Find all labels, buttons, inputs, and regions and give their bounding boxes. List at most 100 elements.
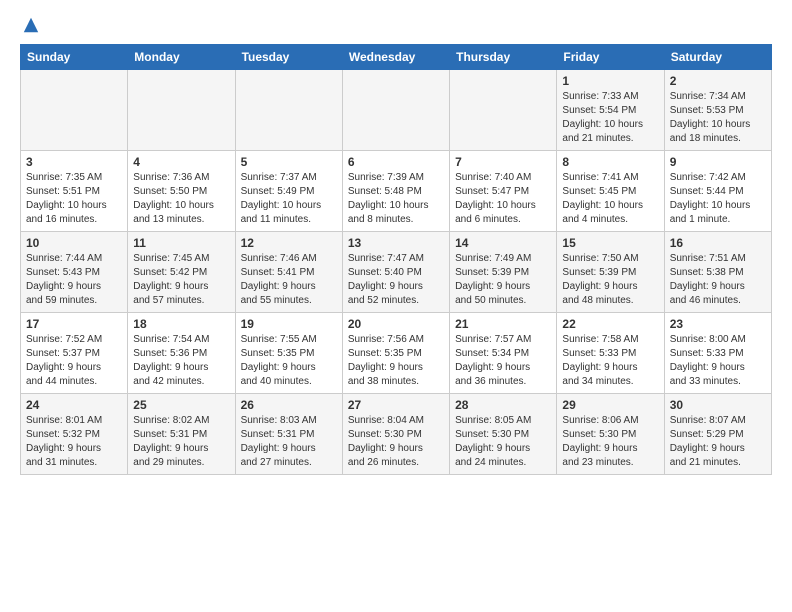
weekday-header: Friday: [557, 45, 664, 70]
calendar-week-row: 24 Sunrise: 8:01 AM Sunset: 5:32 PM Dayli…: [21, 394, 772, 475]
day-info: Sunrise: 7:57 AM Sunset: 5:34 PM Dayligh…: [455, 333, 551, 389]
page: SundayMondayTuesdayWednesdayThursdayFrid…: [0, 0, 792, 491]
calendar-cell: 6 Sunrise: 7:39 AM Sunset: 5:48 PM Daylig…: [342, 151, 449, 232]
day-info: Sunrise: 7:44 AM Sunset: 5:43 PM Dayligh…: [26, 252, 122, 308]
calendar-cell: 17 Sunrise: 7:52 AM Sunset: 5:37 PM Dayli…: [21, 313, 128, 394]
calendar-cell: 14 Sunrise: 7:49 AM Sunset: 5:39 PM Dayli…: [450, 232, 557, 313]
day-info: Sunrise: 8:01 AM Sunset: 5:32 PM Dayligh…: [26, 414, 122, 470]
day-number: 7: [455, 155, 551, 169]
day-info: Sunrise: 7:45 AM Sunset: 5:42 PM Dayligh…: [133, 252, 229, 308]
day-info: Sunrise: 7:49 AM Sunset: 5:39 PM Dayligh…: [455, 252, 551, 308]
calendar-cell: [235, 70, 342, 151]
calendar-cell: 26Sunrise: 8:03 AM Sunset: 5:31 PM Dayli…: [235, 394, 342, 475]
calendar-cell: 20 Sunrise: 7:56 AM Sunset: 5:35 PM Dayli…: [342, 313, 449, 394]
day-info: Sunrise: 8:00 AM Sunset: 5:33 PM Dayligh…: [670, 333, 766, 389]
calendar-table: SundayMondayTuesdayWednesdayThursdayFrid…: [20, 44, 772, 475]
day-number: 9: [670, 155, 766, 169]
day-info: Sunrise: 7:37 AM Sunset: 5:49 PM Dayligh…: [241, 171, 337, 227]
day-info: Sunrise: 7:55 AM Sunset: 5:35 PM Dayligh…: [241, 333, 337, 389]
day-info: Sunrise: 8:02 AM Sunset: 5:31 PM Dayligh…: [133, 414, 229, 470]
calendar-cell: 24 Sunrise: 8:01 AM Sunset: 5:32 PM Dayli…: [21, 394, 128, 475]
day-info: Sunrise: 8:06 AM Sunset: 5:30 PM Dayligh…: [562, 414, 658, 470]
logo-text: [20, 16, 40, 34]
day-number: 11: [133, 236, 229, 250]
calendar-cell: 2 Sunrise: 7:34 AM Sunset: 5:53 PM Daylig…: [664, 70, 771, 151]
day-info: Sunrise: 7:56 AM Sunset: 5:35 PM Dayligh…: [348, 333, 444, 389]
day-number: 29: [562, 398, 658, 412]
day-info: Sunrise: 7:52 AM Sunset: 5:37 PM Dayligh…: [26, 333, 122, 389]
day-number: 25: [133, 398, 229, 412]
calendar-cell: 7 Sunrise: 7:40 AM Sunset: 5:47 PM Daylig…: [450, 151, 557, 232]
day-number: 19: [241, 317, 337, 331]
day-number: 10: [26, 236, 122, 250]
day-number: 17: [26, 317, 122, 331]
day-number: 15: [562, 236, 658, 250]
calendar-cell: 4 Sunrise: 7:36 AM Sunset: 5:50 PM Daylig…: [128, 151, 235, 232]
calendar-cell: 8 Sunrise: 7:41 AM Sunset: 5:45 PM Daylig…: [557, 151, 664, 232]
weekday-header: Wednesday: [342, 45, 449, 70]
day-info: Sunrise: 7:35 AM Sunset: 5:51 PM Dayligh…: [26, 171, 122, 227]
day-number: 8: [562, 155, 658, 169]
day-info: Sunrise: 7:34 AM Sunset: 5:53 PM Dayligh…: [670, 90, 766, 146]
calendar-cell: 16 Sunrise: 7:51 AM Sunset: 5:38 PM Dayli…: [664, 232, 771, 313]
calendar-cell: [128, 70, 235, 151]
weekday-header: Thursday: [450, 45, 557, 70]
day-info: Sunrise: 7:39 AM Sunset: 5:48 PM Dayligh…: [348, 171, 444, 227]
day-info: Sunrise: 7:50 AM Sunset: 5:39 PM Dayligh…: [562, 252, 658, 308]
calendar-cell: 21 Sunrise: 7:57 AM Sunset: 5:34 PM Dayli…: [450, 313, 557, 394]
day-info: Sunrise: 7:33 AM Sunset: 5:54 PM Dayligh…: [562, 90, 658, 146]
calendar-cell: 15 Sunrise: 7:50 AM Sunset: 5:39 PM Dayli…: [557, 232, 664, 313]
calendar-cell: 10 Sunrise: 7:44 AM Sunset: 5:43 PM Dayli…: [21, 232, 128, 313]
day-number: 23: [670, 317, 766, 331]
day-info: Sunrise: 7:51 AM Sunset: 5:38 PM Dayligh…: [670, 252, 766, 308]
weekday-header: Saturday: [664, 45, 771, 70]
calendar-cell: [342, 70, 449, 151]
calendar-cell: 5 Sunrise: 7:37 AM Sunset: 5:49 PM Daylig…: [235, 151, 342, 232]
day-number: 20: [348, 317, 444, 331]
day-number: 16: [670, 236, 766, 250]
calendar-cell: 27 Sunrise: 8:04 AM Sunset: 5:30 PM Dayli…: [342, 394, 449, 475]
day-number: 18: [133, 317, 229, 331]
calendar-cell: 18 Sunrise: 7:54 AM Sunset: 5:36 PM Dayli…: [128, 313, 235, 394]
calendar-header-row: SundayMondayTuesdayWednesdayThursdayFrid…: [21, 45, 772, 70]
day-info: Sunrise: 8:03 AM Sunset: 5:31 PM Dayligh…: [241, 414, 337, 470]
calendar-week-row: 1Sunrise: 7:33 AM Sunset: 5:54 PM Daylig…: [21, 70, 772, 151]
day-info: Sunrise: 8:04 AM Sunset: 5:30 PM Dayligh…: [348, 414, 444, 470]
calendar-cell: 30Sunrise: 8:07 AM Sunset: 5:29 PM Dayli…: [664, 394, 771, 475]
day-info: Sunrise: 7:41 AM Sunset: 5:45 PM Dayligh…: [562, 171, 658, 227]
weekday-header: Sunday: [21, 45, 128, 70]
calendar-cell: 25 Sunrise: 8:02 AM Sunset: 5:31 PM Dayli…: [128, 394, 235, 475]
day-number: 6: [348, 155, 444, 169]
logo: [20, 16, 40, 34]
day-info: Sunrise: 7:42 AM Sunset: 5:44 PM Dayligh…: [670, 171, 766, 227]
calendar-cell: 13Sunrise: 7:47 AM Sunset: 5:40 PM Dayli…: [342, 232, 449, 313]
day-number: 21: [455, 317, 551, 331]
day-number: 5: [241, 155, 337, 169]
weekday-header: Monday: [128, 45, 235, 70]
calendar-cell: 12Sunrise: 7:46 AM Sunset: 5:41 PM Dayli…: [235, 232, 342, 313]
day-number: 2: [670, 74, 766, 88]
day-number: 22: [562, 317, 658, 331]
header: [20, 16, 772, 34]
weekday-header: Tuesday: [235, 45, 342, 70]
day-info: Sunrise: 8:07 AM Sunset: 5:29 PM Dayligh…: [670, 414, 766, 470]
day-info: Sunrise: 8:05 AM Sunset: 5:30 PM Dayligh…: [455, 414, 551, 470]
calendar-cell: 11 Sunrise: 7:45 AM Sunset: 5:42 PM Dayli…: [128, 232, 235, 313]
calendar-cell: [21, 70, 128, 151]
day-info: Sunrise: 7:58 AM Sunset: 5:33 PM Dayligh…: [562, 333, 658, 389]
day-info: Sunrise: 7:36 AM Sunset: 5:50 PM Dayligh…: [133, 171, 229, 227]
day-number: 4: [133, 155, 229, 169]
day-number: 12: [241, 236, 337, 250]
day-info: Sunrise: 7:40 AM Sunset: 5:47 PM Dayligh…: [455, 171, 551, 227]
calendar-cell: 19 Sunrise: 7:55 AM Sunset: 5:35 PM Dayli…: [235, 313, 342, 394]
day-info: Sunrise: 7:54 AM Sunset: 5:36 PM Dayligh…: [133, 333, 229, 389]
calendar-cell: 29 Sunrise: 8:06 AM Sunset: 5:30 PM Dayli…: [557, 394, 664, 475]
day-number: 13: [348, 236, 444, 250]
calendar-cell: 3Sunrise: 7:35 AM Sunset: 5:51 PM Daylig…: [21, 151, 128, 232]
calendar-week-row: 17 Sunrise: 7:52 AM Sunset: 5:37 PM Dayli…: [21, 313, 772, 394]
day-number: 14: [455, 236, 551, 250]
day-number: 28: [455, 398, 551, 412]
day-number: 24: [26, 398, 122, 412]
day-number: 27: [348, 398, 444, 412]
calendar-week-row: 3Sunrise: 7:35 AM Sunset: 5:51 PM Daylig…: [21, 151, 772, 232]
